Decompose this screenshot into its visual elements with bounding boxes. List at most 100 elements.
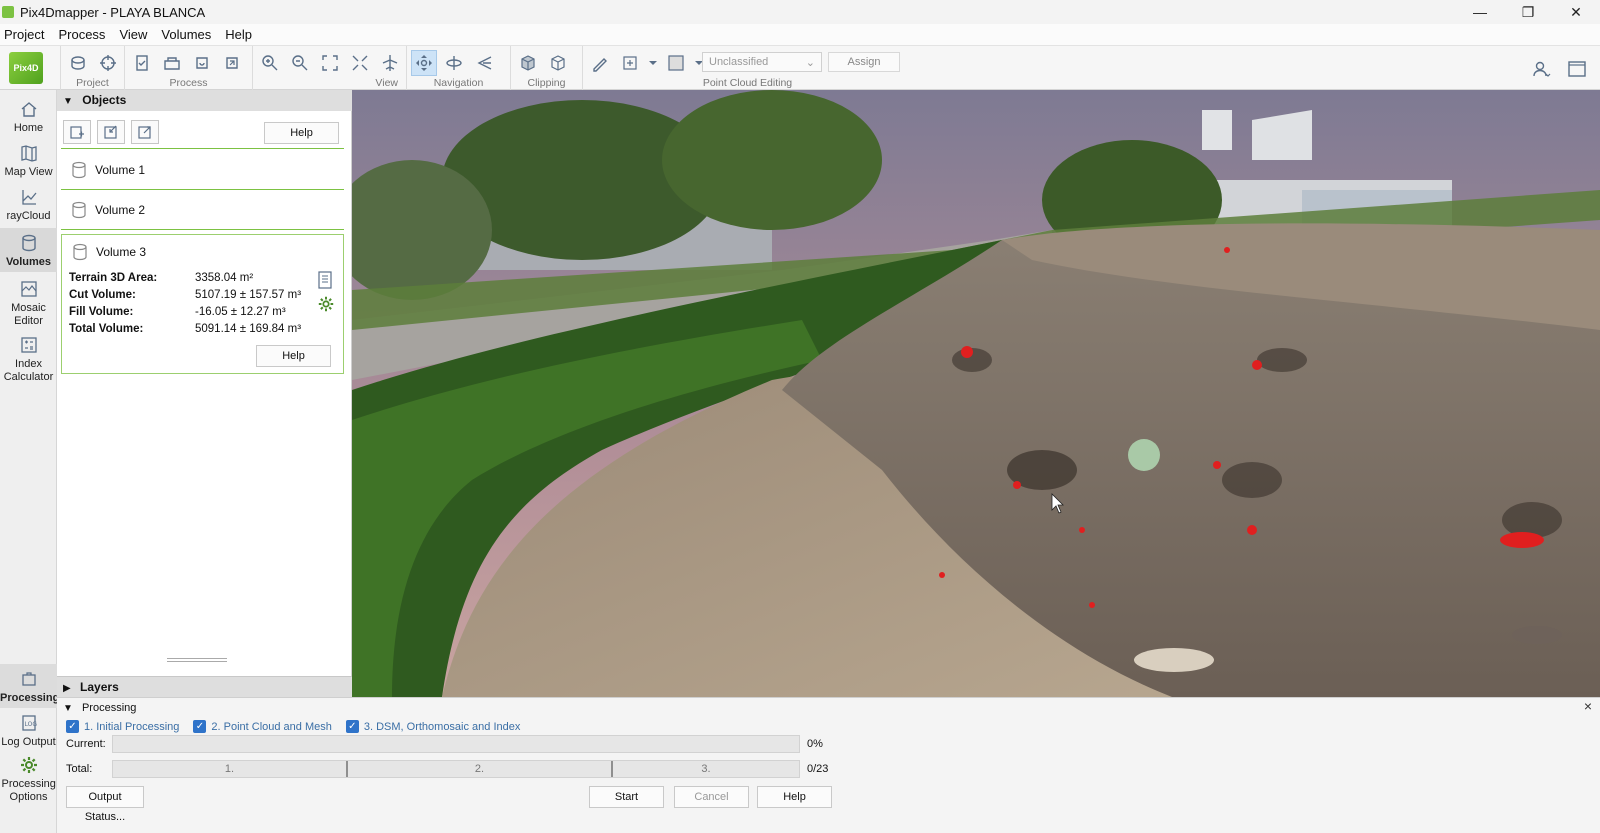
checkbox-checked-icon: ✓	[345, 720, 359, 733]
toolbar-group-project: Project	[60, 46, 124, 90]
user-account-icon[interactable]	[1528, 56, 1554, 82]
sidebar-item-map-view[interactable]: Map View	[0, 142, 57, 178]
toolbar-label-navigation: Navigation	[433, 77, 484, 89]
perspective-navigation-icon[interactable]	[471, 50, 497, 76]
output-status-button[interactable]: Output Status...	[66, 786, 144, 823]
list-item-volume-3-expanded[interactable]: Volume 3 Terrain 3D Area: 3358.04 m² Cut…	[61, 234, 344, 374]
volume-help-button[interactable]: Help	[256, 345, 331, 367]
step-label: 1. Initial Processing	[84, 720, 180, 733]
stat-label: Cut Volume:	[69, 289, 136, 301]
collapse-triangle-icon: ▼	[63, 96, 73, 107]
window-title: Pix4Dmapper - PLAYA BLANCA	[20, 4, 206, 20]
clipping-view-icon[interactable]	[545, 50, 571, 76]
processing-title: Processing	[81, 702, 137, 714]
pix4d-app: Pix4Dmapper - PLAYA BLANCA — ❐ ✕ Project…	[0, 0, 1600, 833]
edit-densified-points-icon[interactable]	[587, 50, 613, 76]
close-icon[interactable]: ✕	[1552, 0, 1600, 24]
checkbox-checked-icon: ✓	[66, 720, 79, 733]
toolbar-group-process: Process	[124, 46, 252, 90]
toolbar-group-view: View	[252, 46, 406, 90]
stat-label: Total Volume:	[69, 323, 144, 335]
menu-project[interactable]: Project	[0, 27, 48, 42]
fullscreen-icon[interactable]	[1564, 56, 1590, 82]
menu-help[interactable]: Help	[221, 27, 256, 42]
step-point-cloud-mesh-checkbox[interactable]: ✓ 2. Point Cloud and Mesh	[193, 720, 332, 733]
clipping-box-icon[interactable]	[515, 50, 541, 76]
sidebar-item-volumes[interactable]: Volumes	[0, 228, 57, 272]
map-icon	[17, 142, 41, 164]
sidebar-item-home[interactable]: Home	[0, 98, 57, 134]
stat-value: 5091.14 ± 169.84 m³	[195, 323, 302, 335]
sidebar-item-mosaic-editor[interactable]: Mosaic Editor	[0, 278, 57, 328]
toolbar-group-clipping: Clipping	[510, 46, 582, 90]
volume-name: Volume 1	[95, 163, 146, 177]
toolbar-label-view: View	[375, 77, 398, 89]
chevron-down-icon: ⌄	[805, 57, 815, 69]
processing-help-button[interactable]: Help	[757, 786, 832, 808]
total-segment-3: 3.	[701, 763, 711, 775]
new-volume-icon[interactable]	[63, 120, 91, 144]
volume-settings-gear-icon[interactable]	[317, 295, 335, 313]
objects-title: Objects	[82, 93, 127, 107]
pan-navigation-icon[interactable]	[411, 50, 437, 76]
fly-mode-icon[interactable]	[377, 50, 403, 76]
export-volume-icon[interactable]	[131, 120, 159, 144]
sidebar-item-index-calculator[interactable]: Index Calculator	[0, 334, 57, 384]
layers-header[interactable]: ▶ Layers	[57, 676, 352, 697]
add-selection-icon[interactable]	[617, 50, 643, 76]
step-initial-processing-checkbox[interactable]: ✓ 1. Initial Processing	[66, 720, 179, 733]
classification-dropdown[interactable]: Unclassified ⌄	[702, 52, 822, 72]
import-volume-icon[interactable]	[97, 120, 125, 144]
open-results-icon[interactable]	[159, 50, 185, 76]
cancel-button[interactable]: Cancel	[674, 786, 749, 808]
list-item-volume-2[interactable]: Volume 2	[61, 191, 344, 230]
objects-help-button[interactable]: Help	[264, 122, 339, 144]
sidebar-item-processing[interactable]: Processing	[0, 664, 60, 708]
zoom-out-icon[interactable]	[287, 50, 313, 76]
objects-divider	[61, 148, 344, 149]
zoom-in-icon[interactable]	[257, 50, 283, 76]
mosaic-editor-icon	[17, 278, 41, 300]
step-dsm-orthomosaic-index-checkbox[interactable]: ✓ 3. DSM, Orthomosaic and Index	[345, 720, 520, 733]
orbit-navigation-icon[interactable]	[441, 50, 467, 76]
sidebar-label-log-output: Log Output	[1, 736, 56, 748]
rematch-icon[interactable]	[219, 50, 245, 76]
fit-view-icon[interactable]	[317, 50, 343, 76]
panel-splitter-handle[interactable]	[167, 658, 227, 662]
selection-mode-icon[interactable]	[663, 50, 689, 76]
minimize-icon[interactable]: —	[1456, 0, 1504, 24]
new-project-icon[interactable]	[65, 50, 91, 76]
total-label: Total:	[66, 763, 93, 775]
sidebar-item-raycloud[interactable]: rayCloud	[0, 186, 57, 222]
list-item-volume-1[interactable]: Volume 1	[61, 151, 344, 190]
gear-icon	[17, 754, 41, 776]
collapse-triangle-icon: ▼	[63, 703, 73, 714]
left-sidebar: Home Map View rayCloud Volumes Mosaic Ed…	[0, 90, 60, 833]
volume-side-icons	[317, 271, 335, 313]
close-panel-icon[interactable]: ×	[1584, 698, 1592, 714]
menu-volumes[interactable]: Volumes	[157, 27, 215, 42]
reoptimize-icon[interactable]	[189, 50, 215, 76]
processing-header[interactable]: ▼ Processing	[63, 702, 136, 714]
raycloud-3d-viewport[interactable]	[352, 90, 1600, 697]
app-icon	[2, 6, 14, 18]
sidebar-label-processing: Processing	[0, 692, 60, 704]
menu-process[interactable]: Process	[54, 27, 109, 42]
assign-button[interactable]: Assign	[828, 52, 900, 72]
report-icon[interactable]	[317, 271, 333, 289]
stat-value: -16.05 ± 12.27 m³	[195, 306, 286, 318]
gcp-manager-icon[interactable]	[95, 50, 121, 76]
focus-selection-icon[interactable]	[347, 50, 373, 76]
raycloud-icon	[17, 186, 41, 208]
selection-dropdown-icon[interactable]	[647, 50, 659, 76]
toolbar-group-navigation: Navigation	[406, 46, 510, 90]
menu-view[interactable]: View	[115, 27, 151, 42]
objects-header[interactable]: ▼ Objects	[57, 90, 352, 111]
process-report-icon[interactable]	[129, 50, 155, 76]
sidebar-item-processing-options[interactable]: Processing Options	[0, 754, 57, 804]
sidebar-item-log-output[interactable]: LOG Log Output	[0, 712, 57, 748]
sidebar-label-raycloud: rayCloud	[6, 210, 51, 222]
start-button[interactable]: Start	[589, 786, 664, 808]
classification-value: Unclassified	[709, 56, 769, 68]
restore-icon[interactable]: ❐	[1504, 0, 1552, 24]
